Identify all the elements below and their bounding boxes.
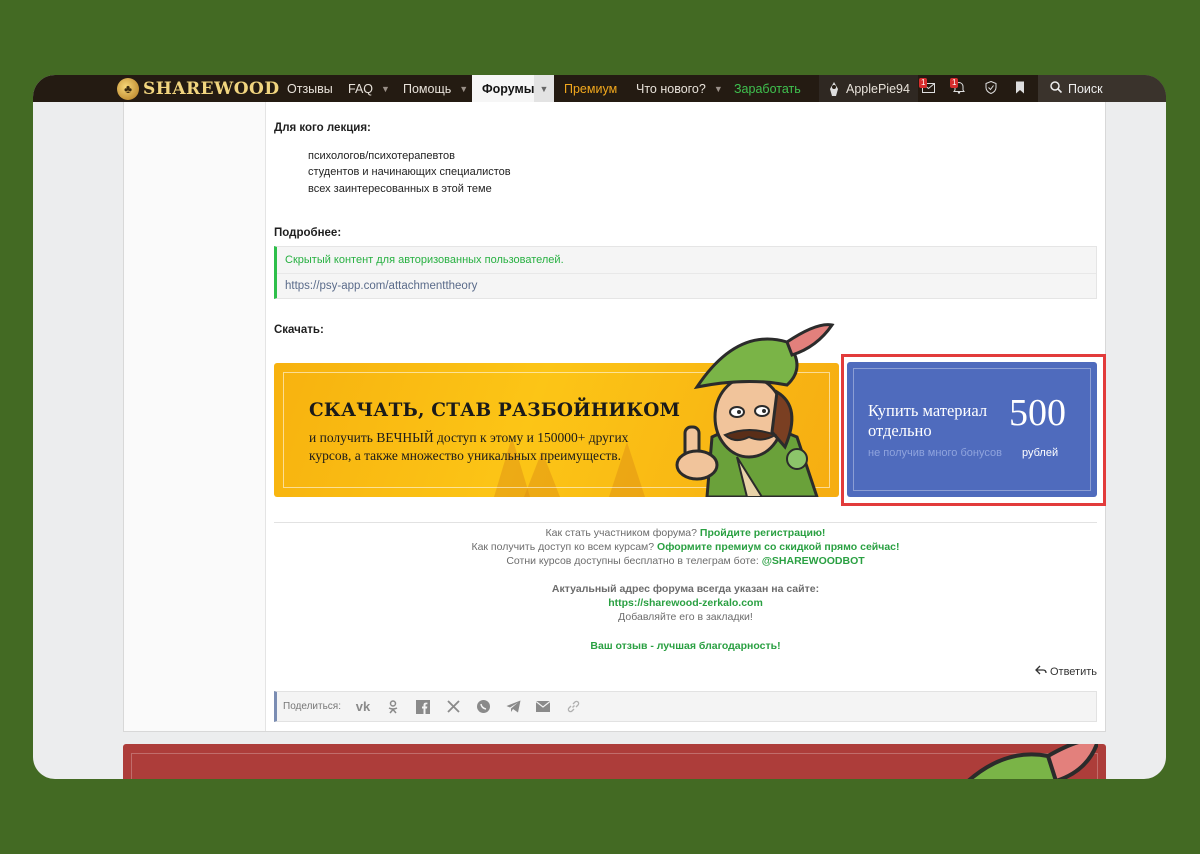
nav-forums-label: Форумы (482, 81, 535, 96)
audience-item: всех заинтересованных в этой теме (308, 183, 492, 195)
signature-line: Как получить доступ ко всем курсам? Офор… (274, 541, 1097, 553)
chevron-down-icon[interactable]: ▼ (714, 84, 723, 94)
username: ApplePie94 (846, 81, 910, 96)
telegram-icon[interactable] (503, 697, 523, 717)
chevron-down-icon[interactable]: ▼ (459, 84, 468, 94)
buy-material-button[interactable]: Купить материал отдельно 500 не получив … (847, 362, 1097, 497)
premium-link[interactable]: Оформите премиум со скидкой прямо сейчас… (657, 541, 900, 553)
link-icon[interactable] (563, 697, 583, 717)
details-heading: Подробнее: (274, 227, 342, 239)
buy-title: Купить материал отдельно (868, 401, 988, 440)
logo-text: SHAREWOOD (143, 78, 280, 99)
bookmark-icon (1015, 81, 1025, 97)
mirror-link[interactable]: https://sharewood-zerkalo.com (274, 597, 1097, 609)
search-button[interactable]: Поиск (1038, 75, 1166, 102)
buy-subtitle: не получив много бонусов (868, 447, 1002, 459)
share-bar: Поделиться: vk (274, 691, 1097, 722)
email-icon[interactable] (533, 697, 553, 717)
review-cta[interactable]: Ваш отзыв - лучшая благодарность! (274, 640, 1097, 652)
messages-button[interactable]: 1 (913, 75, 943, 102)
hidden-content-notice: Скрытый контент для авторизованных польз… (285, 254, 564, 266)
nav-help[interactable]: Помощь ▼ (403, 75, 468, 102)
facebook-icon[interactable] (413, 697, 433, 717)
nav-whats-new-label: Что нового? (636, 81, 706, 96)
nav-earn-label: Заработать (734, 81, 801, 96)
banner-title: СКАЧАТЬ, СТАВ РАЗБОЙНИКОМ (309, 400, 681, 421)
reply-icon (1035, 665, 1047, 678)
nav-reviews-label: Отзывы (287, 81, 333, 96)
nav-faq[interactable]: FAQ ▼ (348, 75, 390, 102)
site-logo[interactable]: ♣ SHAREWOOD (117, 75, 280, 102)
search-label: Поиск (1068, 81, 1103, 96)
bookmark-hint: Добавляйте его в закладки! (618, 611, 753, 623)
search-icon (1050, 81, 1063, 96)
download-heading: Скачать: (274, 324, 324, 336)
audience-heading: Для кого лекция: (274, 122, 371, 134)
nav-help-label: Помощь (403, 81, 452, 96)
post-content: Для кого лекция: психологов/психотерапев… (274, 102, 1106, 731)
shield-button[interactable] (976, 75, 1006, 102)
hidden-content-block: Скрытый контент для авторизованных польз… (274, 246, 1097, 299)
signature-text: Как получить доступ ко всем курсам? (471, 541, 655, 553)
attachment-link[interactable]: https://psy-app.com/attachmenttheory (285, 280, 477, 292)
top-navigation: ♣ SHAREWOOD Отзывы FAQ ▼ Помощь ▼ Форумы… (33, 75, 1166, 102)
signature-line: Как стать участником форума? Пройдите ре… (274, 527, 1097, 539)
nav-premium[interactable]: Премиум (564, 75, 617, 102)
chevron-down-icon[interactable]: ▼ (381, 84, 390, 94)
tree-logo-icon: ♣ (117, 77, 139, 100)
avatar (827, 81, 841, 97)
reply-label: Ответить (1049, 665, 1097, 678)
next-post-banner (123, 744, 1106, 779)
share-label: Поделиться: (283, 701, 341, 712)
browser-frame: ♣ SHAREWOOD Отзывы FAQ ▼ Помощь ▼ Форумы… (33, 75, 1166, 779)
telegram-bot-link[interactable]: @SHAREWOODBOT (762, 555, 865, 567)
nav-premium-label: Премиум (564, 81, 618, 96)
shield-icon (985, 80, 997, 97)
nav-faq-label: FAQ (348, 81, 374, 96)
robin-hood-mascot-image (938, 744, 1099, 779)
signature-text: Как стать участником форума? (545, 527, 697, 539)
nav-forums[interactable]: Форумы (472, 75, 534, 102)
chevron-down-icon[interactable]: ▼ (534, 75, 554, 102)
alerts-badge: 1 (950, 78, 959, 88)
alerts-button[interactable]: 1 (944, 75, 974, 102)
odnoklassniki-icon[interactable] (383, 697, 403, 717)
banner-text: и получить ВЕЧНЫЙ доступ к этому и 15000… (309, 430, 629, 463)
audience-item: студентов и начинающих специалистов (308, 166, 511, 178)
nav-earn[interactable]: Заработать (734, 75, 801, 102)
address-heading: Актуальный адрес форума всегда указан на… (551, 583, 820, 595)
vk-icon[interactable]: vk (353, 697, 373, 717)
divider (277, 273, 1096, 274)
register-link[interactable]: Пройдите регистрацию! (700, 527, 826, 539)
post-panel: Для кого лекция: психологов/психотерапев… (123, 102, 1106, 732)
messages-badge: 1 (919, 78, 928, 88)
signature-text: Сотни курсов доступны бесплатно в телегр… (506, 555, 759, 567)
user-sidebar (124, 102, 266, 731)
whatsapp-icon[interactable] (473, 697, 493, 717)
user-menu[interactable]: ApplePie94 (819, 75, 918, 102)
nav-whats-new[interactable]: Что нового? ▼ (636, 75, 723, 102)
buy-price: 500 (1009, 392, 1066, 434)
buy-currency: рублей (1022, 447, 1059, 459)
robin-hood-mascot-image (667, 307, 837, 499)
nav-reviews[interactable]: Отзывы (287, 75, 333, 102)
x-icon[interactable] (443, 697, 463, 717)
signature-line: Сотни курсов доступны бесплатно в телегр… (274, 555, 1097, 567)
signature-divider (274, 522, 1097, 523)
reply-button[interactable]: Ответить (1035, 665, 1097, 678)
audience-item: психологов/психотерапевтов (308, 150, 455, 162)
bookmarks-button[interactable] (1005, 75, 1035, 102)
